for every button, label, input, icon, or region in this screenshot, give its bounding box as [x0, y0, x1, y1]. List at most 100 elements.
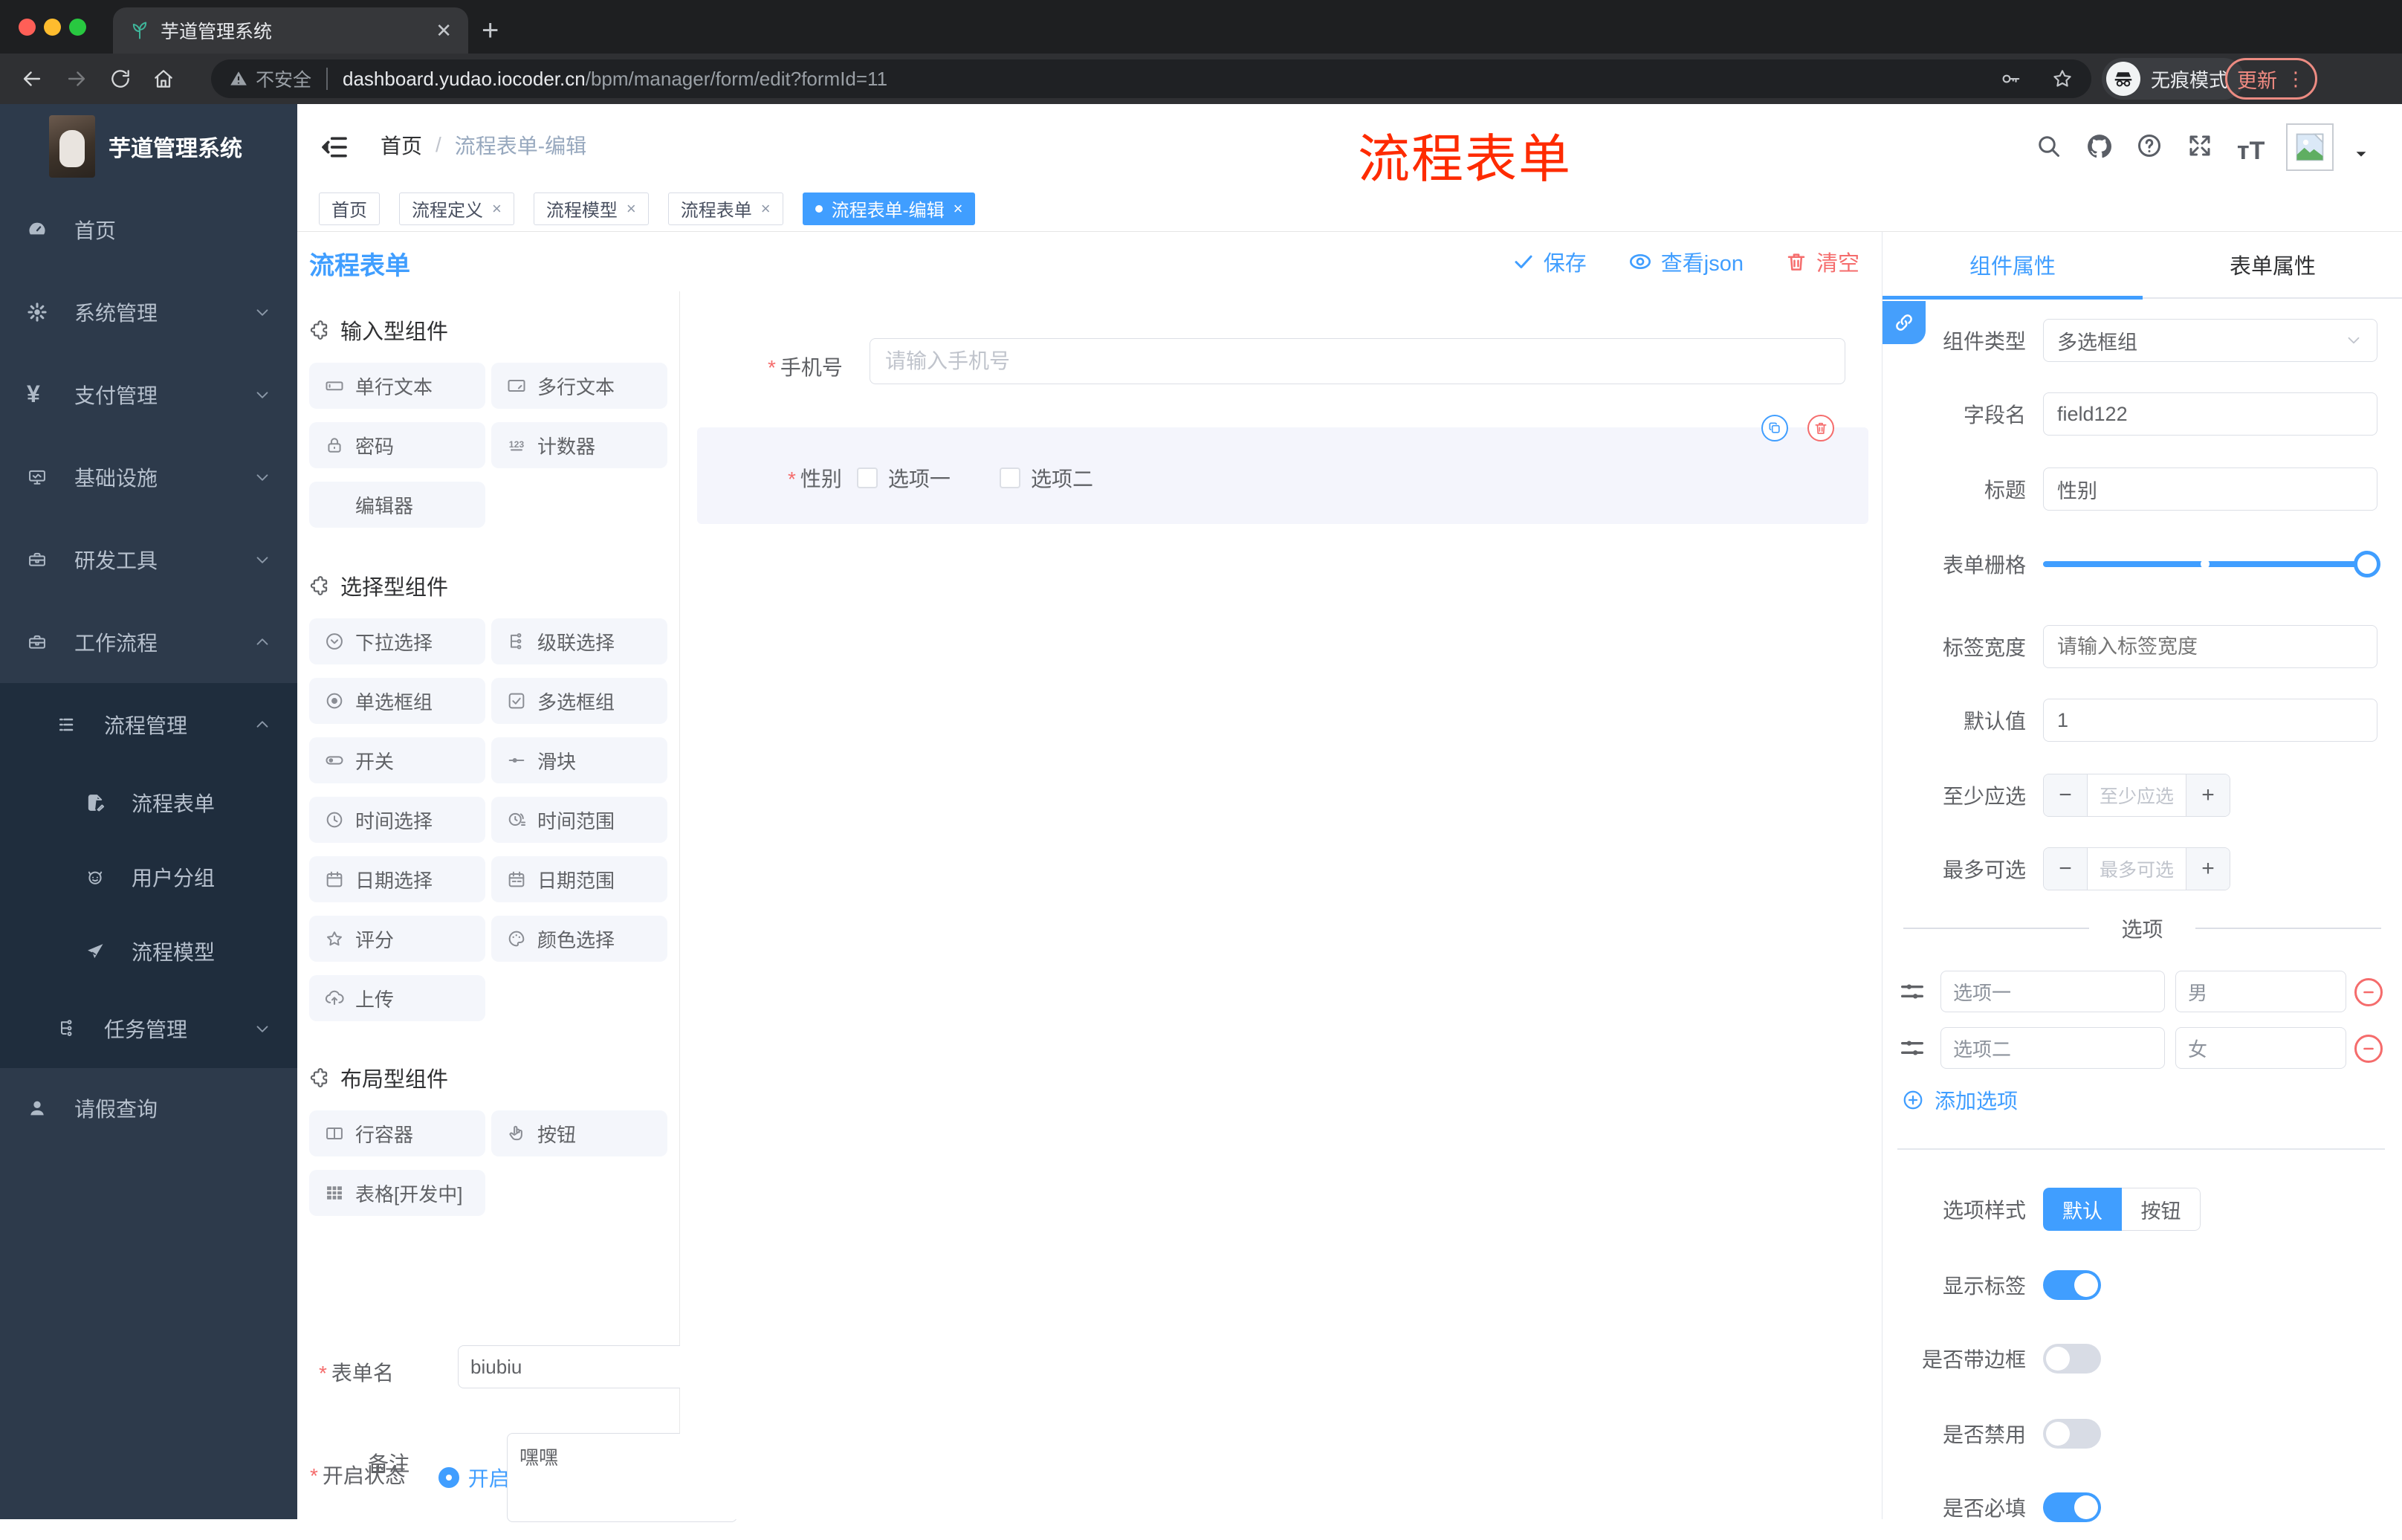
address-bar[interactable]: 不安全 dashboard.yudao.iocoder.cn/bpm/manag… [211, 59, 2091, 98]
palette-item-按钮[interactable]: 按钮 [491, 1110, 667, 1156]
palette-item-上传[interactable]: 上传 [309, 975, 485, 1021]
palette-item-评分[interactable]: 评分 [309, 916, 485, 962]
status-radio-on[interactable]: 开启 [438, 1463, 510, 1492]
option-value-input[interactable] [2175, 971, 2346, 1012]
component-type-select[interactable]: 多选框组 [2043, 319, 2377, 362]
tagview-tag-流程模型[interactable]: 流程模型 × [533, 192, 649, 225]
tagview-tag-流程表单-编辑[interactable]: 流程表单-编辑 × [802, 192, 976, 225]
remove-option-button[interactable] [2354, 1035, 2383, 1063]
copy-component-button[interactable] [1761, 415, 1788, 441]
github-icon[interactable] [2085, 132, 2114, 161]
stepper-minus-button[interactable]: − [2044, 774, 2088, 816]
slider-handle[interactable] [2354, 551, 2380, 578]
breadcrumb-home[interactable]: 首页 [381, 130, 422, 160]
min-select-stepper[interactable]: − 至少应选 + [2043, 774, 2230, 817]
stepper-plus-button[interactable]: + [2186, 774, 2230, 816]
palette-item-时间范围[interactable]: 时间范围 [491, 797, 667, 843]
toggle-是否必填[interactable] [2043, 1492, 2101, 1522]
tag-close-icon[interactable]: × [761, 199, 771, 219]
search-icon[interactable] [2035, 132, 2062, 159]
home-icon[interactable] [152, 67, 175, 91]
sidebar-item-流程管理[interactable]: 流程管理 [0, 683, 297, 766]
tagview-tag-流程表单[interactable]: 流程表单 × [667, 192, 783, 225]
fullscreen-icon[interactable] [2186, 132, 2213, 159]
tab-close-icon[interactable]: ✕ [436, 19, 452, 42]
tagview-tag-首页[interactable]: 首页 [319, 192, 380, 225]
tagview-tag-流程定义[interactable]: 流程定义 × [399, 192, 514, 225]
font-size-icon[interactable]: тT [2237, 137, 2265, 166]
reload-icon[interactable] [109, 67, 132, 91]
phone-input[interactable] [870, 338, 1845, 384]
toggle-显示标签[interactable] [2043, 1270, 2101, 1300]
back-icon[interactable] [19, 66, 45, 91]
sidebar-collapse-icon[interactable] [320, 132, 349, 162]
delete-component-button[interactable] [1807, 415, 1834, 441]
forward-icon[interactable] [64, 66, 89, 91]
palette-item-日期范围[interactable]: 日期范围 [491, 856, 667, 902]
palette-item-多行文本[interactable]: 多行文本 [491, 363, 667, 409]
traffic-zoom-button[interactable] [69, 19, 86, 36]
checkbox-icon[interactable] [999, 468, 1020, 488]
gender-option-2[interactable]: 选项二 [999, 463, 1093, 493]
tab-form-props[interactable]: 表单属性 [2143, 232, 2402, 297]
toggle-是否带边框[interactable] [2043, 1344, 2101, 1374]
sidebar-item-研发工具[interactable]: 研发工具 [0, 518, 297, 601]
traffic-close-button[interactable] [19, 19, 36, 36]
avatar[interactable] [2286, 123, 2334, 171]
tag-close-icon[interactable]: × [954, 199, 963, 219]
max-select-stepper[interactable]: − 最多可选 + [2043, 847, 2230, 890]
palette-item-行容器[interactable]: 行容器 [309, 1110, 485, 1156]
view-json-button[interactable]: 查看json [1628, 246, 1744, 277]
checkbox-icon[interactable] [856, 468, 878, 488]
palette-item-编辑器[interactable]: 编辑器 [309, 482, 485, 528]
user-menu-caret-icon[interactable] [2353, 146, 2369, 162]
key-icon[interactable] [1999, 68, 2021, 90]
save-button[interactable]: 保存 [1512, 246, 1587, 277]
sidebar-item-用户分组[interactable]: 用户分组 [0, 840, 297, 914]
palette-item-滑块[interactable]: 滑块 [491, 737, 667, 783]
traffic-minimize-button[interactable] [44, 19, 61, 36]
form-grid-slider[interactable] [2043, 543, 2380, 586]
drag-handle-icon[interactable] [1897, 977, 1927, 1006]
sidebar-item-流程表单[interactable]: 流程表单 [0, 766, 297, 840]
drag-handle-icon[interactable] [1897, 1033, 1927, 1063]
form-name-input[interactable] [458, 1345, 688, 1388]
sidebar-item-系统管理[interactable]: 系统管理 [0, 271, 297, 353]
sidebar-item-支付管理[interactable]: ¥ 支付管理 [0, 353, 297, 436]
tag-close-icon[interactable]: × [492, 199, 502, 219]
stepper-minus-button[interactable]: − [2044, 848, 2088, 890]
sidebar-item-任务管理[interactable]: 任务管理 [0, 989, 297, 1068]
style-button-button[interactable]: 按钮 [2122, 1188, 2201, 1231]
style-default-button[interactable]: 默认 [2043, 1188, 2122, 1231]
palette-item-日期选择[interactable]: 日期选择 [309, 856, 485, 902]
sidebar-item-请假查询[interactable]: 请假查询 [0, 1068, 297, 1148]
toggle-是否禁用[interactable] [2043, 1419, 2101, 1449]
title-input[interactable] [2043, 468, 2377, 511]
bookmark-star-icon[interactable] [2051, 68, 2074, 90]
palette-item-下拉选择[interactable]: 下拉选择 [309, 618, 485, 664]
palette-item-计数器[interactable]: 123 计数器 [491, 422, 667, 468]
palette-item-级联选择[interactable]: 级联选择 [491, 618, 667, 664]
option-label-input[interactable] [1940, 1027, 2165, 1069]
palette-item-多选框组[interactable]: 多选框组 [491, 678, 667, 724]
palette-item-颜色选择[interactable]: 颜色选择 [491, 916, 667, 962]
browser-menu-icon[interactable]: ⋮ [2286, 68, 2305, 91]
new-tab-button[interactable]: + [482, 10, 499, 51]
sidebar-item-基础设施[interactable]: 基础设施 [0, 436, 297, 518]
default-value-input[interactable] [2043, 699, 2377, 742]
tab-component-props[interactable]: 组件属性 [1883, 232, 2143, 297]
field-name-input[interactable] [2043, 392, 2377, 436]
remove-option-button[interactable] [2354, 978, 2383, 1006]
sidebar-item-首页[interactable]: 首页 [0, 188, 297, 271]
security-warning-icon[interactable]: 不安全 [229, 65, 311, 92]
palette-item-单行文本[interactable]: 单行文本 [309, 363, 485, 409]
help-icon[interactable] [2136, 132, 2163, 159]
sidebar-item-工作流程[interactable]: 工作流程 [0, 601, 297, 683]
gender-option-1[interactable]: 选项一 [856, 463, 951, 493]
palette-item-表格[开发中][interactable]: 表格[开发中] [309, 1170, 485, 1216]
browser-tab[interactable]: 芋道管理系统 ✕ [113, 7, 468, 54]
option-label-input[interactable] [1940, 971, 2165, 1012]
update-button[interactable]: 更新 ⋮ [2225, 58, 2317, 100]
palette-item-密码[interactable]: 密码 [309, 422, 485, 468]
clear-button[interactable]: 清空 [1785, 246, 1859, 277]
